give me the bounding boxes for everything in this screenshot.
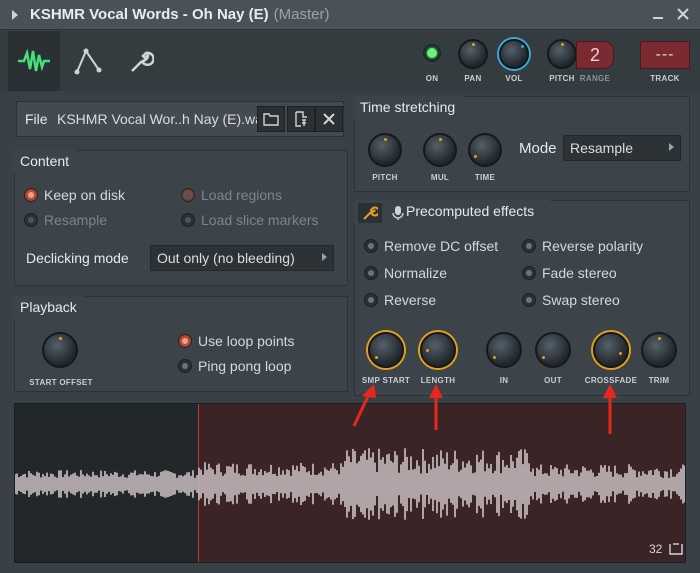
window-subtitle: (Master) <box>273 6 330 23</box>
mode-label: Mode <box>519 140 557 157</box>
pan-knob[interactable] <box>458 39 488 69</box>
load-slice-markers-radio[interactable]: Load slice markers <box>181 212 319 228</box>
window-title: KSHMR Vocal Words - Oh Nay (E) <box>30 6 269 23</box>
red-arrow-crossfade <box>603 384 617 434</box>
use-loop-points-radio[interactable]: Use loop points <box>178 333 295 349</box>
resample-radio[interactable]: Resample <box>24 212 107 228</box>
range-label: RANGE <box>579 74 611 83</box>
time-stretching-header: Time stretching <box>354 96 476 120</box>
in-knob[interactable] <box>486 332 522 368</box>
vol-knob[interactable] <box>499 39 529 69</box>
reverse-polarity-radio[interactable]: Reverse polarity <box>522 238 643 254</box>
wrench-icon[interactable] <box>358 203 382 223</box>
pan-label: PAN <box>464 74 482 83</box>
open-folder-icon[interactable] <box>257 106 285 132</box>
precomputed-header: Precomputed effects <box>354 200 562 224</box>
smp-start-knob[interactable] <box>368 332 404 368</box>
remove-dc-radio[interactable]: Remove DC offset <box>364 238 498 254</box>
chevron-right-icon <box>669 143 674 151</box>
chevron-right-icon <box>322 253 327 261</box>
close-icon[interactable] <box>675 7 691 23</box>
ts-mul-knob[interactable] <box>423 133 457 167</box>
out-knob[interactable] <box>535 332 571 368</box>
load-regions-radio[interactable]: Load regions <box>181 187 282 203</box>
on-label: ON <box>425 74 439 83</box>
playback-header: Playback <box>14 296 96 320</box>
normalize-radio[interactable]: Normalize <box>364 265 447 281</box>
trim-knob[interactable] <box>641 332 677 368</box>
start-offset-knob[interactable] <box>42 332 78 368</box>
file-label: File <box>25 111 48 127</box>
waveform-tab-icon[interactable] <box>8 31 60 91</box>
swap-stereo-radio[interactable]: Swap stereo <box>522 292 620 308</box>
pitch-knob[interactable] <box>547 39 577 69</box>
ts-pitch-knob[interactable] <box>368 133 402 167</box>
toolbar: ON PAN VOL PITCH 2 RANGE --- TRACK <box>0 31 700 91</box>
keep-on-disk-radio[interactable]: Keep on disk <box>24 187 125 203</box>
ts-time-knob[interactable] <box>468 133 502 167</box>
start-offset-label: START OFFSET <box>29 378 93 387</box>
mode-select[interactable]: Resample <box>563 135 681 161</box>
ping-pong-loop-radio[interactable]: Ping pong loop <box>178 358 291 374</box>
red-arrow-length <box>429 384 443 430</box>
zoom-icon[interactable] <box>669 542 683 555</box>
envelope-tab-icon[interactable] <box>62 31 114 91</box>
track-display[interactable]: --- <box>640 41 690 69</box>
content-header: Content <box>14 150 88 174</box>
file-row: File KSHMR Vocal Wor..h Nay (E).wav <box>16 101 344 137</box>
track-label: TRACK <box>650 74 680 83</box>
browse-file-icon[interactable] <box>287 106 315 132</box>
reverse-radio[interactable]: Reverse <box>364 292 436 308</box>
fade-stereo-radio[interactable]: Fade stereo <box>522 265 617 281</box>
trim-label: TRIM <box>648 376 670 385</box>
file-name: KSHMR Vocal Wor..h Nay (E).wav <box>57 111 270 127</box>
length-knob[interactable] <box>420 332 456 368</box>
remove-file-icon[interactable] <box>315 106 343 132</box>
red-arrow-smp-start <box>352 384 376 427</box>
pitch-label: PITCH <box>549 74 575 83</box>
vol-label: VOL <box>505 74 523 83</box>
ts-pitch-label: PITCH <box>372 173 398 182</box>
declicking-label: Declicking mode <box>26 250 129 266</box>
in-label: IN <box>499 376 509 385</box>
declicking-select[interactable]: Out only (no bleeding) <box>150 245 334 271</box>
menu-arrow-icon[interactable] <box>12 9 18 20</box>
range-display[interactable]: 2 <box>576 41 614 69</box>
zoom-value: 32 <box>649 542 663 556</box>
ts-time-label: TIME <box>474 173 496 182</box>
out-label: OUT <box>544 376 562 385</box>
minimize-icon[interactable] <box>650 7 666 23</box>
on-led[interactable] <box>423 44 441 62</box>
wrench-tab-icon[interactable] <box>114 31 166 91</box>
crossfade-knob[interactable] <box>593 332 629 368</box>
ts-mul-label: MUL <box>430 173 450 182</box>
title-bar: KSHMR Vocal Words - Oh Nay (E) (Master) <box>0 0 700 30</box>
mic-icon[interactable] <box>388 203 408 223</box>
